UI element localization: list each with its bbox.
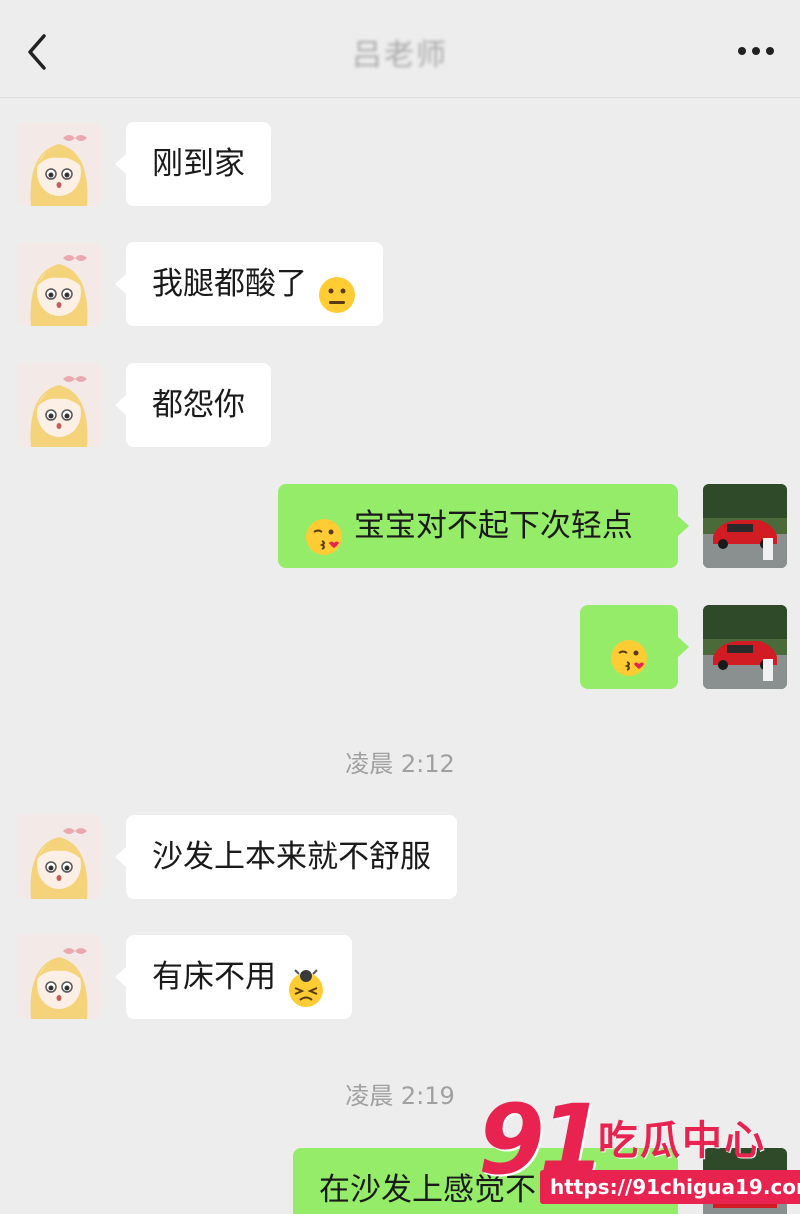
neutral-face-icon	[317, 263, 357, 313]
outgoing-message-bubble[interactable]	[580, 605, 689, 689]
message-text: 宝宝对不起下次轻点	[353, 508, 633, 544]
incoming-message-bubble[interactable]: 我腿都酸了	[115, 242, 383, 326]
contact-avatar[interactable]	[17, 815, 101, 899]
message-text: 都怨你	[152, 387, 245, 423]
message-row: 沙发上本来就不舒服	[0, 815, 800, 899]
contact-avatar[interactable]	[17, 363, 101, 447]
contact-avatar[interactable]	[17, 242, 101, 326]
contact-avatar[interactable]	[17, 122, 101, 206]
message-row: 刚到家	[0, 122, 800, 206]
message-row	[0, 605, 800, 689]
contact-avatar[interactable]	[17, 935, 101, 1019]
message-text: 沙发上本来就不舒服	[152, 839, 431, 875]
kissing-face-icon	[609, 626, 649, 676]
more-options-icon[interactable]	[734, 36, 778, 66]
message-text: 有床不用	[152, 959, 276, 995]
watermark-name: 吃瓜中心	[598, 1118, 766, 1164]
incoming-message-bubble[interactable]: 都怨你	[115, 363, 271, 447]
message-row: 都怨你	[0, 363, 800, 447]
back-arrow-icon[interactable]	[18, 30, 58, 74]
message-row: 宝宝对不起下次轻点	[0, 484, 800, 568]
watermark-url: https://91chigua19.com	[540, 1170, 800, 1204]
message-row: 我腿都酸了	[0, 242, 800, 326]
chat-title: 吕老师	[352, 38, 448, 73]
my-avatar[interactable]	[703, 605, 787, 689]
my-avatar[interactable]	[703, 484, 787, 568]
message-text: 我腿都酸了	[152, 266, 307, 302]
watermark-logo: 91 吃瓜中心 https://91chigua19.com	[478, 1084, 800, 1214]
message-text: 刚到家	[152, 146, 245, 182]
message-timestamp: 凌晨 2:12	[345, 750, 455, 778]
frustrated-face-icon	[286, 956, 326, 1007]
kissing-face-icon	[304, 505, 344, 555]
incoming-message-bubble[interactable]: 刚到家	[115, 122, 271, 206]
incoming-message-bubble[interactable]: 有床不用	[115, 935, 352, 1019]
outgoing-message-bubble[interactable]: 宝宝对不起下次轻点	[278, 484, 689, 568]
message-row: 有床不用	[0, 935, 800, 1019]
incoming-message-bubble[interactable]: 沙发上本来就不舒服	[115, 815, 457, 899]
chat-header: 吕老师	[0, 0, 800, 98]
